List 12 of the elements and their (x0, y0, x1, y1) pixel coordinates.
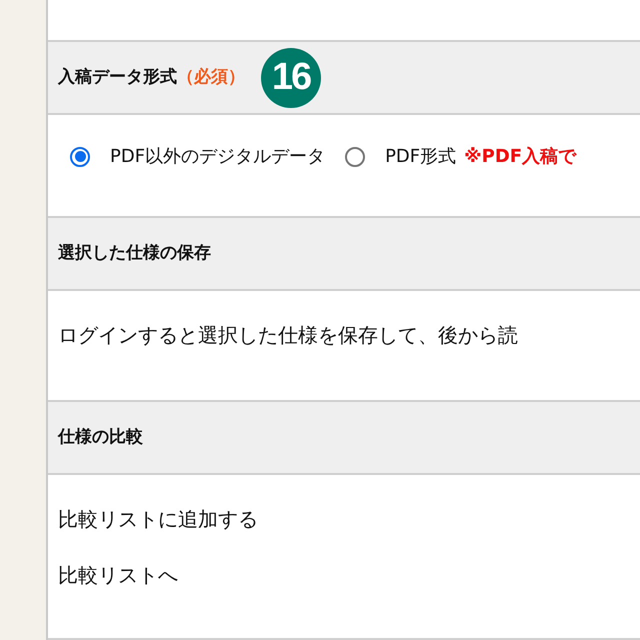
pdf-note: ※PDF入稿で (464, 145, 576, 169)
number-badge: 16 (261, 48, 321, 108)
section-title: 入稿データ形式（必須） (58, 66, 245, 89)
body-text: 比較リストに追加する (58, 506, 259, 533)
radio-button[interactable] (70, 146, 90, 166)
body-text: 比較リストへ (58, 562, 179, 589)
radio-option[interactable]: PDF以外のデジタルデータ (70, 143, 326, 170)
radio-option[interactable]: PDF形式 (345, 143, 456, 170)
radio-button[interactable] (345, 146, 366, 166)
body-text: ログインすると選択した仕様を保存して、後から読 (58, 322, 519, 349)
section-title: 仕様の比較 (58, 426, 143, 449)
section-title: 選択した仕様の保存 (58, 242, 211, 265)
